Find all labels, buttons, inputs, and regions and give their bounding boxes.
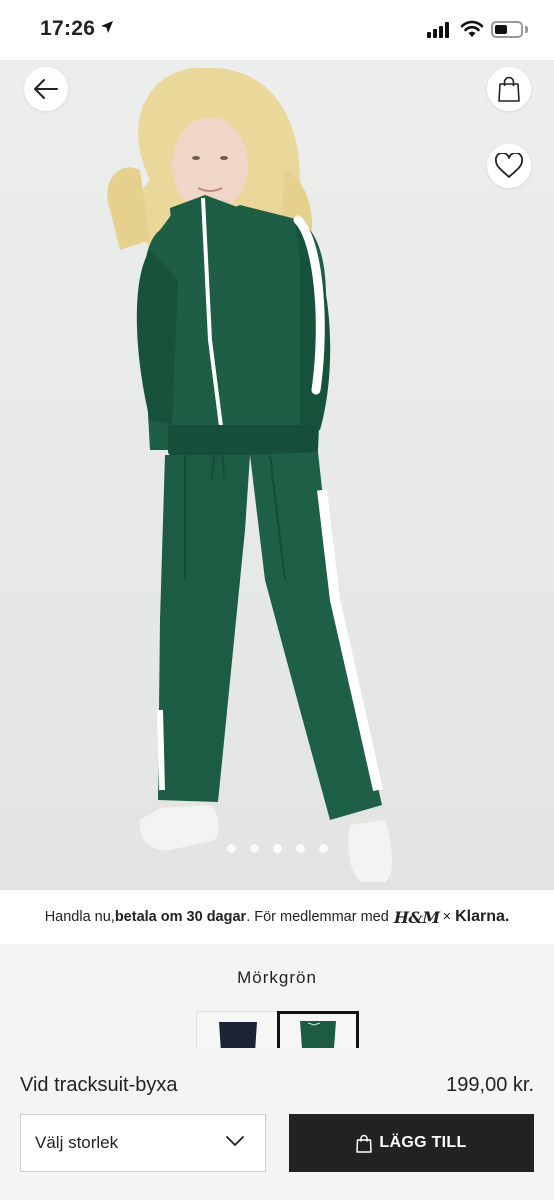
heart-icon [494, 153, 524, 178]
product-price: 199,00 kr. [446, 1074, 534, 1096]
banner-text-end: . För medlemmar med [246, 909, 389, 925]
color-swatch-dark-green[interactable] [277, 1011, 359, 1051]
battery-nub [525, 26, 528, 33]
carousel-dots [0, 844, 554, 853]
wifi-icon [460, 20, 484, 37]
klarna-logo: Klarna. [455, 908, 510, 925]
battery-icon [491, 21, 523, 38]
swatch-thumbnail [219, 1022, 257, 1050]
product-page: 17:26 Handla nu, betala om 30 dagar . Fö… [0, 0, 554, 1200]
status-time: 17:26 [40, 17, 96, 40]
add-to-cart-button[interactable]: LÄGG TILL [289, 1114, 534, 1172]
carousel-dot[interactable] [295, 844, 305, 853]
size-select-label: Välj storlek [35, 1133, 119, 1152]
shopping-bag-button[interactable] [487, 67, 531, 111]
status-bar: 17:26 [0, 0, 554, 60]
location-arrow-icon [101, 21, 113, 33]
banner-times: × [442, 909, 452, 925]
shopping-bag-icon [356, 1134, 373, 1153]
banner-text-bold: betala om 30 dagar [114, 909, 247, 925]
color-name: Mörkgrön [237, 968, 317, 987]
swatch-thumbnail [300, 1021, 336, 1048]
purchase-bar: Vid tracksuit-byxa 199,00 kr. Välj storl… [0, 1048, 554, 1200]
klarna-banner[interactable]: Handla nu, betala om 30 dagar . För medl… [0, 890, 554, 944]
size-select[interactable]: Välj storlek [20, 1114, 266, 1172]
shopping-bag-icon [498, 76, 520, 102]
add-to-cart-label: LÄGG TILL [379, 1134, 467, 1151]
carousel-dot-active[interactable] [272, 844, 282, 853]
hm-logo: H&M [393, 907, 440, 927]
product-photo [107, 67, 393, 882]
product-name: Vid tracksuit-byxa [20, 1074, 178, 1096]
color-swatch-navy[interactable] [196, 1011, 278, 1051]
carousel-dot[interactable] [226, 844, 236, 853]
favorite-button[interactable] [487, 144, 531, 188]
chevron-down-icon [226, 1136, 244, 1146]
product-image-carousel[interactable] [0, 60, 554, 890]
cellular-signal-icon [427, 22, 453, 38]
arrow-left-icon [34, 79, 58, 99]
carousel-dot[interactable] [249, 844, 259, 853]
back-button[interactable] [24, 67, 68, 111]
carousel-dot[interactable] [318, 844, 328, 853]
banner-text-start: Handla nu, [44, 909, 115, 925]
